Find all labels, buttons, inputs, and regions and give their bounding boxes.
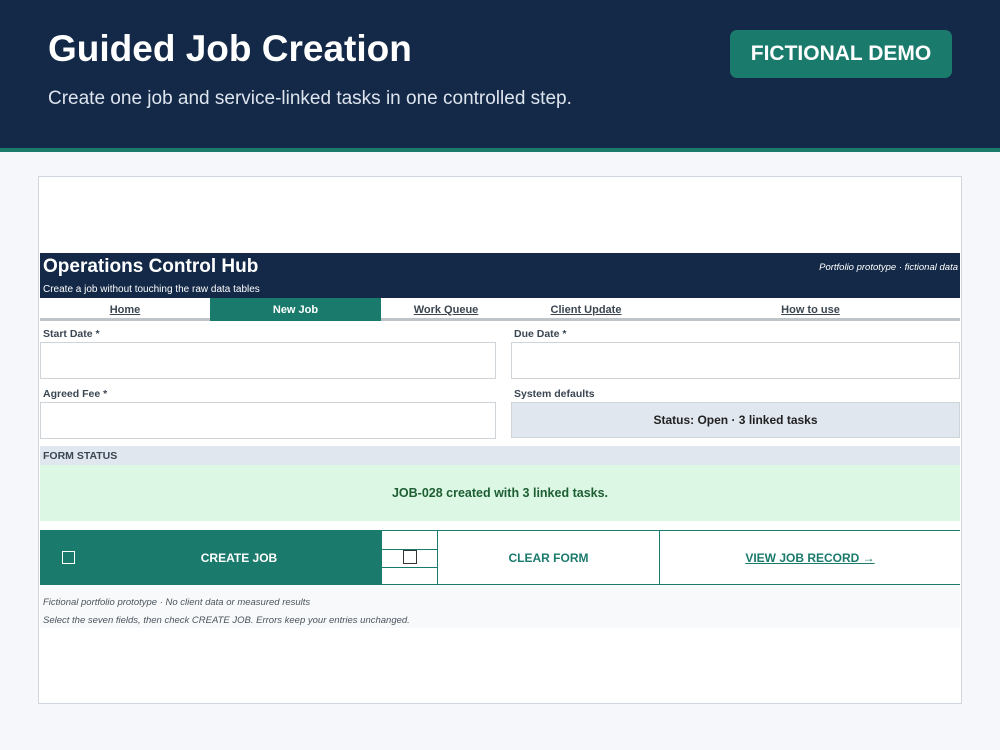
- agreed-fee-field[interactable]: [40, 402, 496, 439]
- due-date-label: Due Date *: [514, 328, 567, 340]
- footer-notes: Fictional portfolio prototype · No clien…: [40, 585, 960, 628]
- app-title: Operations Control Hub: [43, 256, 259, 277]
- nav-bar: Home New Job Work Queue Client Update Ho…: [40, 298, 960, 321]
- start-date-field[interactable]: [40, 342, 496, 379]
- nav-item-new-job[interactable]: New Job: [210, 298, 381, 321]
- nav-item-work-queue[interactable]: Work Queue: [381, 298, 511, 321]
- clear-form-button[interactable]: CLEAR FORM: [438, 531, 660, 585]
- view-job-record-link[interactable]: VIEW JOB RECORD →: [660, 531, 960, 585]
- app-sheet: Operations Control Hub Create a job with…: [40, 253, 960, 628]
- hero-subtitle: Create one job and service-linked tasks …: [48, 88, 572, 109]
- start-date-label: Start Date *: [43, 328, 100, 340]
- app-subtitle: Create a job without touching the raw da…: [43, 284, 260, 295]
- nav-item-how-to-use[interactable]: How to use: [661, 298, 960, 321]
- fictional-demo-badge: FICTIONAL DEMO: [730, 30, 952, 78]
- agreed-fee-label: Agreed Fee *: [43, 388, 108, 400]
- hero-title: Guided Job Creation: [48, 28, 412, 69]
- system-defaults-value: Status: Open · 3 linked tasks: [511, 402, 960, 438]
- create-job-button[interactable]: CREATE JOB: [40, 531, 382, 585]
- due-date-field[interactable]: [511, 342, 960, 379]
- footer-line-disclaimer: Fictional portfolio prototype · No clien…: [43, 597, 311, 608]
- nav-item-home[interactable]: Home: [40, 298, 210, 321]
- nav-item-client-update[interactable]: Client Update: [511, 298, 661, 321]
- create-job-checkbox-cell: [382, 531, 438, 585]
- create-job-checkbox[interactable]: [403, 550, 417, 564]
- action-bar: CREATE JOB CLEAR FORM VIEW JOB RECORD →: [40, 530, 960, 585]
- hero-banner: Guided Job Creation Create one job and s…: [0, 0, 1000, 148]
- create-job-label: CREATE JOB: [200, 551, 278, 565]
- app-header: Operations Control Hub Create a job with…: [40, 253, 960, 298]
- system-defaults-label: System defaults: [514, 388, 595, 400]
- footer-line-instructions: Select the seven fields, then check CREA…: [43, 615, 410, 626]
- form-status-message: JOB-028 created with 3 linked tasks.: [40, 465, 960, 521]
- cell-divider: [382, 567, 438, 568]
- app-note: Portfolio prototype · fictional data: [819, 262, 958, 273]
- hero-divider: [0, 148, 1000, 152]
- form-status-heading: FORM STATUS: [40, 446, 960, 465]
